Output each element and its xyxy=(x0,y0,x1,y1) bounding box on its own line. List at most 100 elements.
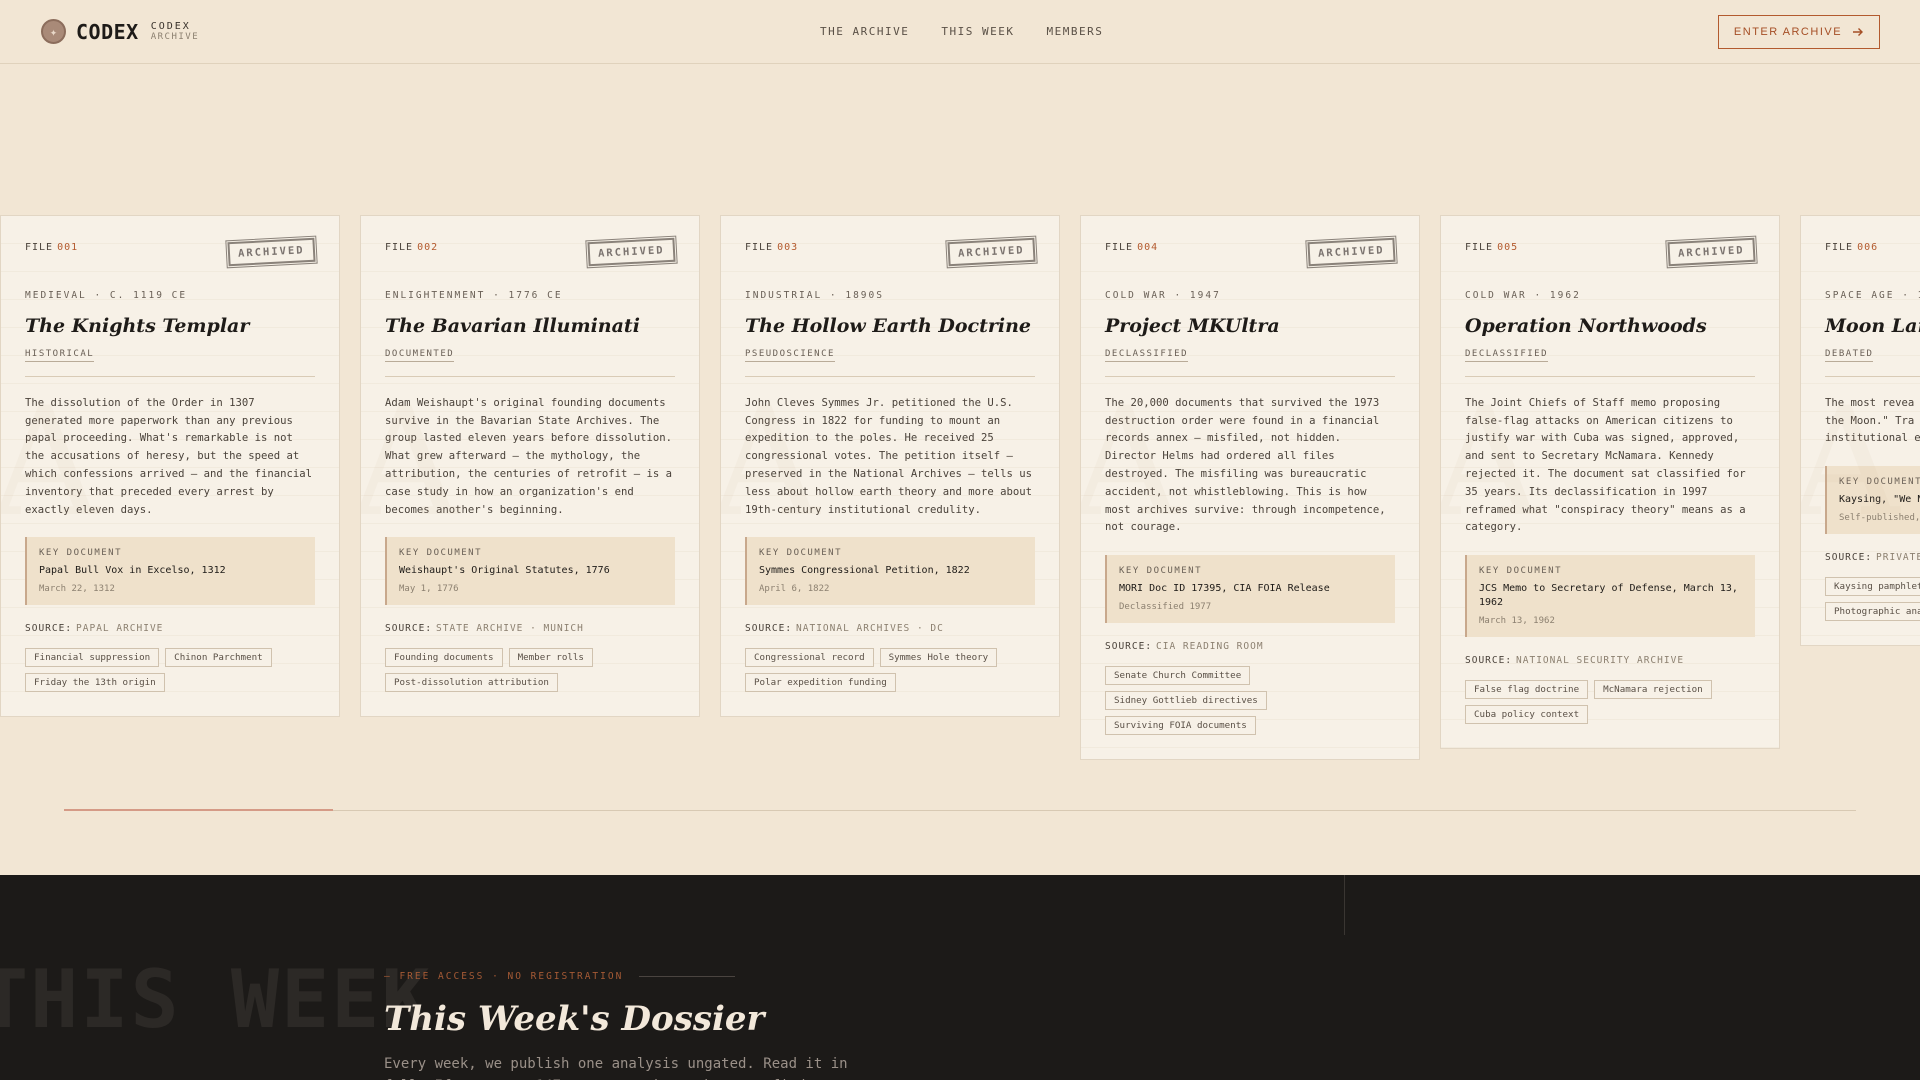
nav-link-members[interactable]: MEMBERS xyxy=(1046,25,1103,38)
file-number: FILE 001 xyxy=(25,242,79,253)
file-number: FILE 002 xyxy=(385,242,439,253)
file-tags: Congressional record Symmes Hole theory Po… xyxy=(745,648,1035,693)
free-access-eyebrow: — FREE ACCESS · NO REGISTRATION xyxy=(384,971,736,982)
nav-link-this-week[interactable]: THIS WEEK xyxy=(941,25,1014,38)
topic-tag[interactable]: Photographic ana xyxy=(1825,602,1920,622)
topic-tag[interactable]: Kaysing pamphlet xyxy=(1825,577,1920,597)
file-title[interactable]: The Knights Templar xyxy=(25,315,315,339)
key-document[interactable]: KEY DOCUMENT JCS Memo to Secretary of De… xyxy=(1465,555,1755,638)
section-watermark: THIS WEEK xyxy=(0,953,432,1046)
file-number: FILE 004 xyxy=(1105,242,1159,253)
file-title[interactable]: Project MKUltra xyxy=(1105,315,1395,339)
key-document[interactable]: KEY DOCUMENT Papal Bull Vox in Excelso, … xyxy=(25,537,315,606)
brand-logo[interactable]: ✦ CODEX CODEX ARCHIVE xyxy=(41,19,199,44)
file-number: FILE 003 xyxy=(745,242,799,253)
nav-links: THE ARCHIVE THIS WEEK MEMBERS xyxy=(820,25,1103,38)
file-title[interactable]: The Hollow Earth Doctrine xyxy=(745,315,1035,339)
carousel-scroll-track[interactable] xyxy=(64,809,1856,811)
file-title[interactable]: Operation Northwoods xyxy=(1465,315,1755,339)
topic-tag[interactable]: False flag doctrine xyxy=(1465,680,1589,700)
classification-tag: HISTORICAL xyxy=(25,349,95,362)
key-document-title: Kaysing, "We N xyxy=(1839,494,1920,506)
key-document-date: Declassified 1977 xyxy=(1119,602,1212,613)
key-document-date: March 22, 1312 xyxy=(39,584,115,595)
seal-icon: ✦ xyxy=(41,19,66,44)
this-week-section: THIS WEEK — FREE ACCESS · NO REGISTRATIO… xyxy=(0,875,1920,1080)
file-card[interactable]: A FILE 002 ARCHIVED ENLIGHTENMENT · 1776 … xyxy=(360,215,700,718)
dossier-description: Every week, we publish one analysis unga… xyxy=(384,1056,848,1080)
topic-tag[interactable]: Symmes Hole theory xyxy=(879,648,998,668)
card-divider xyxy=(25,375,315,377)
key-document[interactable]: KEY DOCUMENT Kaysing, "We N Self-publish… xyxy=(1825,466,1920,535)
topic-tag[interactable]: Founding documents xyxy=(385,648,503,668)
file-number: FILE 006 xyxy=(1825,242,1879,253)
file-title[interactable]: The Bavarian Illuminati xyxy=(385,315,675,339)
key-document[interactable]: KEY DOCUMENT Symmes Congressional Petiti… xyxy=(745,537,1035,606)
file-description: The most revea mission footag self-publi… xyxy=(1825,396,1920,445)
key-document-date: March 13, 1962 xyxy=(1479,616,1555,627)
key-document[interactable]: KEY DOCUMENT MORI Doc ID 17395, CIA FOIA… xyxy=(1105,555,1395,624)
classification-tag: DECLASSIFIED xyxy=(1465,349,1549,362)
topic-tag[interactable]: Sidney Gottlieb directives xyxy=(1105,691,1267,711)
archived-stamp: ARCHIVED xyxy=(1305,235,1398,269)
file-era: ENLIGHTENMENT · 1776 CE xyxy=(385,290,563,301)
topic-tag[interactable]: Surviving FOIA documents xyxy=(1105,716,1256,736)
file-card[interactable]: A FILE006 ARCHIVED SPACE AGE · 1969 Moon… xyxy=(1800,215,1920,647)
card-divider xyxy=(745,375,1035,377)
file-description: The 20,000 documents that survived the 1… xyxy=(1105,396,1386,534)
brand-wordmark: CODEX xyxy=(76,19,139,44)
nav-link-the-archive[interactable]: THE ARCHIVE xyxy=(820,25,909,38)
key-document-date: May 1, 1776 xyxy=(399,584,459,595)
file-era: COLD WAR · 1962 xyxy=(1465,290,1581,301)
key-document-date: Self-published, xyxy=(1839,513,1920,524)
topic-tag[interactable]: Friday the 13th origin xyxy=(25,673,165,693)
file-description: John Cleves Symmes Jr. petitioned the U.… xyxy=(745,396,1033,516)
key-document-date: April 6, 1822 xyxy=(759,584,830,595)
topic-tag[interactable]: Chinon Parchment xyxy=(165,648,272,668)
file-card[interactable]: A FILE 003 ARCHIVED INDUSTRIAL · 1890S Th… xyxy=(720,215,1060,718)
file-source: SOURCE: PAPAL ARCHIVE xyxy=(25,623,164,635)
card-divider xyxy=(1465,375,1755,377)
classification-tag: PSEUDOSCIENCE xyxy=(745,349,835,362)
enter-archive-button[interactable]: ENTER ARCHIVE xyxy=(1718,15,1880,49)
topic-tag[interactable]: Congressional record xyxy=(745,648,874,668)
key-document-title: MORI Doc ID 17395, CIA FOIA Release xyxy=(1119,583,1330,595)
file-description: The dissolution of the Order in 1307 gen… xyxy=(25,396,313,516)
topic-tag[interactable]: McNamara rejection xyxy=(1594,680,1712,700)
file-tags: Senate Church Committee Sidney Gottlieb d… xyxy=(1105,666,1395,736)
archived-stamp: ARCHIVED xyxy=(225,235,318,269)
file-era: COLD WAR · 1947 xyxy=(1105,290,1221,301)
card-divider xyxy=(1105,375,1395,377)
topic-tag[interactable]: Financial suppression xyxy=(25,648,160,668)
topic-tag[interactable]: Cuba policy context xyxy=(1465,705,1589,725)
file-tags: Financial suppression Chinon Parchment Fri… xyxy=(25,648,315,693)
classification-tag: DEBATED xyxy=(1825,349,1874,362)
archived-stamp: ARCHIVED xyxy=(1665,235,1758,269)
key-document-title: Weishaupt's Original Statutes, 1776 xyxy=(399,565,610,577)
section-divider xyxy=(1344,875,1345,935)
file-carousel[interactable]: A FILE 001 ARCHIVED MEDIEVAL · C. 1119 CE… xyxy=(0,215,1920,775)
file-card[interactable]: A FILE 004 ARCHIVED COLD WAR · 1947 Proje… xyxy=(1080,215,1420,761)
topic-tag[interactable]: Post-dissolution attribution xyxy=(385,673,558,693)
file-era: INDUSTRIAL · 1890S xyxy=(745,290,884,301)
file-description: Adam Weishaupt's original founding docum… xyxy=(385,396,673,516)
archived-stamp: ARCHIVED xyxy=(585,235,678,269)
key-document-title: Papal Bull Vox in Excelso, 1312 xyxy=(39,565,226,577)
archived-stamp: ARCHIVED xyxy=(945,235,1038,269)
file-source: SOURCE: STATE ARCHIVE · MUNICH xyxy=(385,623,584,635)
file-source: SOURCE: NATIONAL SECURITY ARCHIVE xyxy=(1465,655,1685,667)
file-card[interactable]: A FILE 005 ARCHIVED COLD WAR · 1962 Opera… xyxy=(1440,215,1780,750)
file-title[interactable]: Moon Landing xyxy=(1825,315,1920,339)
file-source: SOURCE: PRIVATE xyxy=(1825,552,1920,564)
arrow-right-icon xyxy=(1853,28,1864,36)
file-source: SOURCE: NATIONAL ARCHIVES · DC xyxy=(745,623,944,635)
file-card[interactable]: A FILE 001 ARCHIVED MEDIEVAL · C. 1119 CE… xyxy=(0,215,340,718)
key-document[interactable]: KEY DOCUMENT Weishaupt's Original Statut… xyxy=(385,537,675,606)
topic-tag[interactable]: Member rolls xyxy=(508,648,593,668)
topic-tag[interactable]: Senate Church Committee xyxy=(1105,666,1251,686)
file-description: The Joint Chiefs of Staff memo proposing… xyxy=(1465,396,1746,534)
file-source: SOURCE: CIA READING ROOM xyxy=(1105,641,1264,653)
topic-tag[interactable]: Polar expedition funding xyxy=(745,673,896,693)
carousel-scroll-progress xyxy=(64,809,333,811)
dossier-title: This Week's Dossier xyxy=(384,999,765,1039)
